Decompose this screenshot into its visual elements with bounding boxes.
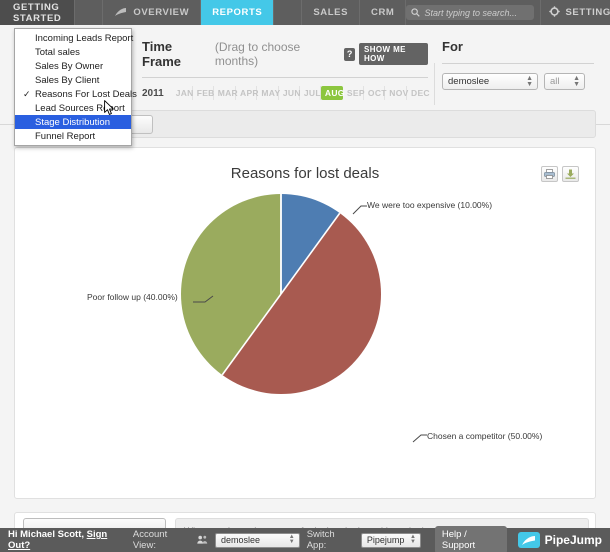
pipejump-reports-page: GETTING STARTED OVERVIEW REPORTS SALES C…: [0, 0, 610, 552]
month-nov[interactable]: NOV: [385, 86, 408, 100]
pie-label-too-expensive: We were too expensive (10.00%): [367, 200, 493, 210]
brand-name: PipeJump: [544, 533, 602, 547]
pie-chart[interactable]: [181, 194, 381, 394]
month-may[interactable]: MAY: [257, 86, 280, 100]
year-label: 2011: [142, 87, 164, 99]
time-frame-title: Time Frame: [142, 39, 182, 69]
chart-panel: Reasons for lost deals We were too expen…: [14, 147, 596, 499]
for-title: For: [442, 39, 463, 54]
gear-icon: [549, 5, 561, 20]
search-box[interactable]: [406, 4, 535, 22]
month-sep[interactable]: SEP: [343, 86, 365, 100]
stepper-arrows-icon-3: ▲ ▼: [288, 534, 295, 545]
brand-logo: PipeJump: [517, 532, 602, 548]
help-question-icon[interactable]: ?: [344, 47, 355, 61]
show-me-how-button[interactable]: SHOW ME HOW: [358, 43, 428, 65]
time-frame-divider: [142, 77, 428, 78]
nav-tab-getting-started[interactable]: GETTING STARTED: [0, 0, 76, 25]
pie-label-poor-follow-up: Poor follow up (40.00%): [87, 292, 178, 302]
swoosh-icon: [114, 7, 127, 18]
nav-tab-settings[interactable]: SETTINGS: [540, 0, 610, 25]
month-selector[interactable]: 2011 JAN FEB MAR APR MAY JUN JUL AUG SEP…: [142, 86, 430, 100]
menu-item-incoming-leads-report[interactable]: Incoming Leads Report: [15, 31, 133, 45]
month-aug[interactable]: AUG: [320, 86, 344, 100]
menu-item-sales-by-owner[interactable]: Sales By Owner: [15, 59, 131, 73]
stepper-arrows-icon-4: ▲ ▼: [409, 534, 416, 545]
for-selects: demoslee ▲ ▼ all ▲ ▼: [442, 73, 594, 90]
scope-select-value: all: [550, 76, 560, 87]
stepper-arrows-icon-2: ▲ ▼: [573, 74, 580, 88]
month-mar[interactable]: MAR: [214, 86, 238, 100]
stepper-arrows-icon: ▲ ▼: [526, 74, 533, 88]
search-icon: [411, 4, 421, 22]
greeting-text: Hi Michael Scott,: [8, 529, 87, 540]
user-select-value: demoslee: [448, 76, 490, 87]
search-container: [406, 0, 535, 25]
mouse-cursor-icon: [104, 100, 115, 116]
menu-item-reasons-for-lost-deals[interactable]: Reasons For Lost Deals: [15, 87, 137, 101]
month-feb[interactable]: FEB: [193, 86, 214, 100]
pie-label-chosen-competitor: Chosen a competitor (50.00%): [427, 431, 543, 441]
user-greeting: Hi Michael Scott, Sign Out?: [8, 529, 126, 551]
account-view-select[interactable]: demoslee ▲ ▼: [214, 532, 300, 548]
nav-divider-2: [274, 0, 303, 25]
nav-tab-sales[interactable]: SALES: [302, 0, 361, 25]
nav-divider: [75, 0, 104, 25]
menu-item-stage-distribution[interactable]: Stage Distribution: [15, 115, 131, 129]
nav-tab-sales-label: SALES: [313, 7, 349, 18]
nav-tab-crm[interactable]: CRM: [360, 0, 407, 25]
account-view-label: Account View:: [132, 529, 168, 551]
menu-item-total-sales[interactable]: Total sales: [15, 45, 131, 59]
nav-tab-overview-label: OVERVIEW: [133, 7, 190, 18]
month-jun[interactable]: JUN: [279, 86, 301, 100]
switch-app-select[interactable]: Pipejump ▲ ▼: [360, 532, 421, 548]
nav-tab-settings-label: SETTINGS: [565, 7, 610, 18]
menu-item-funnel-report[interactable]: Funnel Report: [15, 129, 131, 143]
month-jan[interactable]: JAN: [172, 86, 193, 100]
report-type-menu[interactable]: Incoming Leads Report Total sales Sales …: [14, 28, 137, 146]
section-divider: [434, 63, 435, 105]
time-frame-section: Time Frame (Drag to choose months) ? SHO…: [142, 39, 430, 100]
switch-app-label: Switch App:: [306, 529, 335, 551]
show-me-how-group[interactable]: ? SHOW ME HOW: [344, 43, 428, 65]
month-jul[interactable]: JUL: [300, 86, 321, 100]
menu-item-sales-by-client[interactable]: Sales By Client: [15, 73, 131, 87]
pie-slice-separators: [221, 194, 341, 376]
user-select[interactable]: demoslee ▲ ▼: [442, 73, 538, 90]
help-support-button[interactable]: Help / Support: [434, 526, 507, 552]
for-section: For demoslee ▲ ▼ all ▲ ▼: [442, 39, 594, 90]
nav-tab-getting-started-label: GETTING STARTED: [13, 1, 62, 24]
pipejump-mark-icon: [517, 532, 540, 548]
account-view-value: demoslee: [220, 535, 260, 545]
top-navigation-bar: GETTING STARTED OVERVIEW REPORTS SALES C…: [0, 0, 610, 25]
pie-chart-stage: We were too expensive (10.00%) Poor foll…: [15, 180, 597, 490]
switch-app-value: Pipejump: [366, 535, 405, 545]
time-frame-subtitle: (Drag to choose months): [214, 40, 301, 68]
nav-tab-crm-label: CRM: [371, 7, 395, 18]
footer-bar: Hi Michael Scott, Sign Out? Account View…: [0, 526, 610, 552]
people-icon: [197, 531, 208, 549]
month-dec[interactable]: DEC: [407, 86, 430, 100]
nav-tab-reports[interactable]: REPORTS: [201, 0, 275, 25]
month-apr[interactable]: APR: [236, 86, 259, 100]
scope-select[interactable]: all ▲ ▼: [544, 73, 585, 90]
search-input[interactable]: [424, 7, 530, 18]
month-oct[interactable]: OCT: [364, 86, 386, 100]
time-frame-header: Time Frame (Drag to choose months) ? SHO…: [142, 39, 428, 69]
nav-tab-reports-label: REPORTS: [212, 7, 263, 18]
for-divider: [442, 63, 594, 64]
nav-tab-overview[interactable]: OVERVIEW: [103, 0, 202, 25]
